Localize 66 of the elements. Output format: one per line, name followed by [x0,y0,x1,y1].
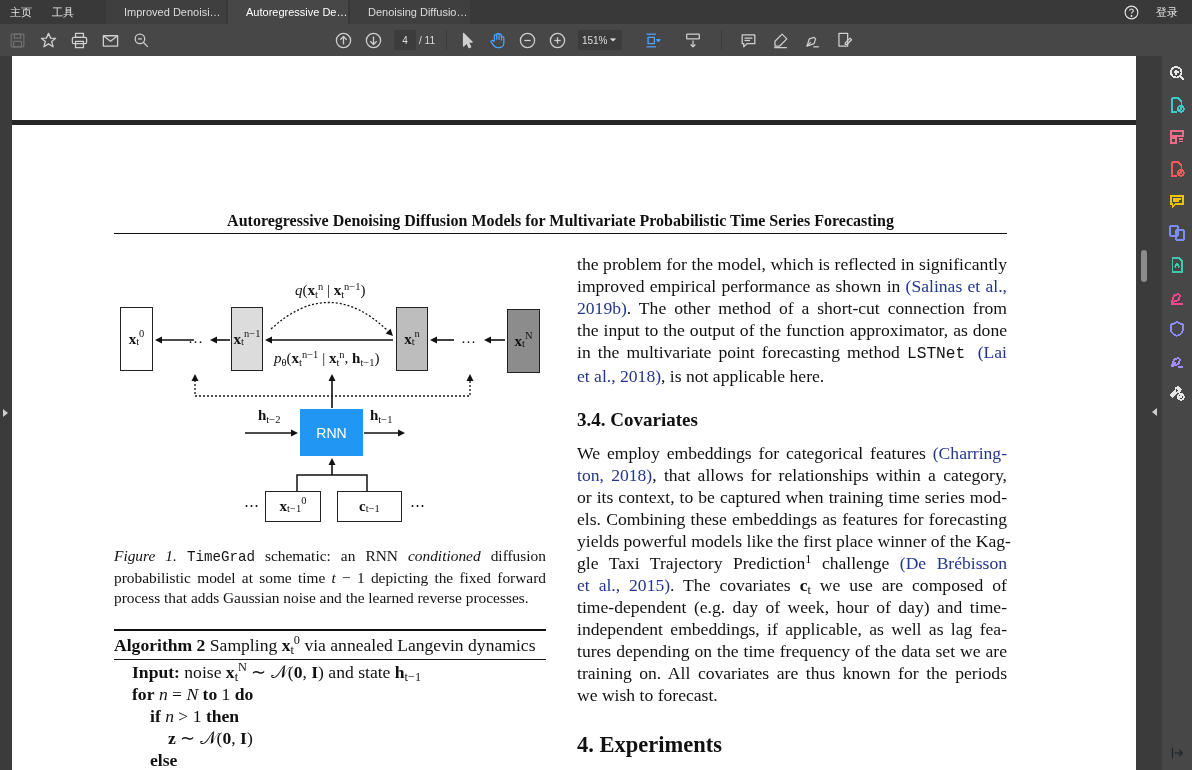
citation-link[interactable]: 2019b) [577,298,627,318]
zoom-field[interactable]: 151% [577,30,622,50]
arrow [244,429,298,437]
arrow [155,336,195,344]
running-header: Autoregressive Denoising Diffusion Models for Multivariate Probabilistic Time Series Forecasting [114,211,1007,234]
citation-link[interactable]: et al., 2018) [577,366,662,386]
hand-icon[interactable] [487,30,507,50]
citation-link[interactable]: (Charring- [932,443,1007,463]
caret-icon[interactable] [607,35,618,45]
arrow [328,374,336,409]
zoom-in-icon[interactable] [547,30,567,50]
collapse-icon[interactable] [1151,408,1157,416]
wrench-icon[interactable] [1168,384,1186,402]
algorithm-line: z ∼ 𝒩(0, I) [168,726,254,749]
document-tab[interactable]: Improved Denoisi… [106,0,226,24]
ellipsis: … [188,331,203,346]
citation-link[interactable]: (De Brébisson [899,553,1007,573]
page-count: / 11 [419,33,435,48]
pages-icon[interactable] [1168,224,1186,242]
arrow [484,336,506,344]
ellipsis: ⋯ [244,498,259,513]
arrow [430,336,455,344]
arrow [363,429,405,437]
ellipsis: ⋯ [410,498,425,513]
help-icon[interactable] [1123,3,1140,21]
algorithm-line: Input: noise x$_{t}$$^{N}$ ∼ 𝒩(0, I) and state h$_{t−1}$ [132,660,423,683]
page-up-icon[interactable] [334,30,353,50]
star-icon[interactable] [39,30,58,50]
section-heading: 3.4. Covariates [577,408,699,432]
menu-item[interactable]: 工具 [42,0,84,24]
ellipsis: … [461,331,476,346]
paragraph: the problem for the model, which is reflected in significantly improved empirical performance as shown in (Salinas et al., 2019b). The other method of a short-cut connection from the input to the output of the function approximator, as done in the multivariate point forecasting method LSTNet (Lai et al., 2018), is not applicable here. [577,253,1007,387]
page-plus-icon[interactable] [1168,160,1186,178]
section-heading: 4. Experiments [577,732,723,758]
citation-link[interactable]: (Salinas et al., [905,276,1007,296]
algorithm-line: else [150,748,179,770]
arrow [328,458,336,476]
citation-link[interactable]: ton, 2018) [577,465,653,485]
printer-icon[interactable] [70,30,89,50]
algorithm-line: for n = N to 1 do [132,682,255,705]
algorithm-title: Algorithm 2 Sampling x$_{t}$$^{0}$ via annealed Langevin dynamics [114,630,546,660]
page-down-icon[interactable] [364,30,383,50]
rnn-block: RNN [300,409,363,456]
citation-link[interactable]: (Lai [977,342,1007,362]
document-tab[interactable]: Denoising Diffusio… [350,0,470,24]
edge-label: h$_{t−2}$ [258,408,281,423]
figure-caption: Figure 1. TimeGrad schematic: an RNN conditioned diffusion probabilistic model at some time t − 1 depicting the fixed forward process that adds Gaussian noise and the learned reverse processes. [114,546,546,608]
page-number-field[interactable]: 4 [394,30,416,50]
scrollbar-thumb[interactable] [1141,250,1147,282]
edge-label: h$_{t−1}$ [370,408,393,423]
algorithm-line: if n > 1 then [150,704,241,727]
arrow [210,336,231,344]
layout-icon[interactable] [1168,128,1186,146]
zoom-in-icon[interactable] [1168,64,1186,82]
comment-icon[interactable] [1168,192,1186,210]
sign-in-link[interactable]: 登录 [1156,3,1178,21]
diagram-node: c$_{t−1}$ [337,491,402,522]
menu-item[interactable]: 主页 [0,0,42,24]
page-arrow-icon[interactable] [1168,96,1186,114]
document-tab[interactable]: Autoregressive De… [228,0,348,24]
shield-icon[interactable] [1168,320,1186,338]
edge-label: p$_{θ}$(x$_{t}$$^{n−1}$ | x$_{t}$$^{n}$, h$_{t−1}$) [274,351,380,366]
connector-line [296,474,368,492]
edge-label: q(x$_{t}$$^{n}$ | x$_{t}$$^{n−1}$) [295,283,366,298]
zoom-out-icon[interactable] [517,30,537,50]
expand-icon[interactable] [3,409,9,417]
